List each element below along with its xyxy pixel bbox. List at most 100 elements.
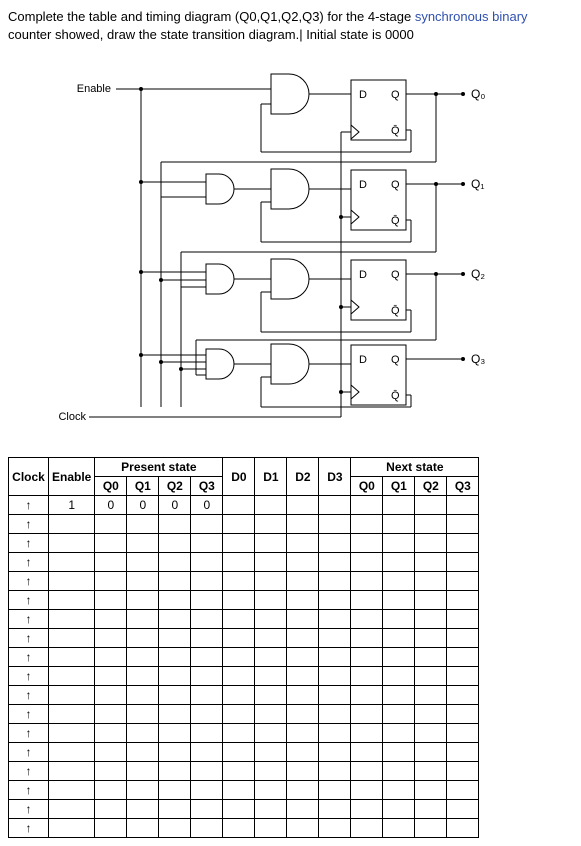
table-cell [95, 553, 127, 572]
table-cell [191, 686, 223, 705]
table-row: ↑ [9, 724, 479, 743]
table-cell [383, 610, 415, 629]
table-cell: ↑ [9, 553, 49, 572]
table-cell [415, 648, 447, 667]
table-cell [191, 534, 223, 553]
table-cell [127, 781, 159, 800]
table-cell [223, 762, 255, 781]
table-cell [49, 781, 95, 800]
table-cell [49, 819, 95, 838]
svg-text:Q̄: Q̄ [391, 215, 400, 228]
table-cell [351, 572, 383, 591]
table-cell [223, 705, 255, 724]
col-d0: D0 [223, 458, 255, 496]
table-cell [319, 553, 351, 572]
table-cell [319, 781, 351, 800]
col-clock: Clock [9, 458, 49, 496]
table-cell [255, 686, 287, 705]
table-cell [191, 781, 223, 800]
table-cell [415, 515, 447, 534]
table-cell [191, 667, 223, 686]
table-cell [223, 800, 255, 819]
table-cell [49, 762, 95, 781]
table-cell [415, 553, 447, 572]
table-cell [127, 819, 159, 838]
table-cell [383, 572, 415, 591]
table-cell [447, 648, 479, 667]
table-cell [319, 819, 351, 838]
table-cell [255, 800, 287, 819]
col-nq1: Q1 [383, 477, 415, 496]
col-d3: D3 [319, 458, 351, 496]
table-row: ↑ [9, 819, 479, 838]
table-cell [383, 781, 415, 800]
q3-label: Q₃ [471, 352, 485, 366]
table-cell [191, 705, 223, 724]
table-row: ↑ [9, 553, 479, 572]
table-cell [319, 762, 351, 781]
table-cell [351, 781, 383, 800]
table-cell [255, 743, 287, 762]
col-nq2: Q2 [415, 477, 447, 496]
table-cell [447, 724, 479, 743]
table-cell [223, 591, 255, 610]
table-cell: 0 [95, 496, 127, 515]
table-cell [351, 724, 383, 743]
table-cell [191, 572, 223, 591]
table-cell [49, 515, 95, 534]
table-cell [127, 705, 159, 724]
table-cell [415, 705, 447, 724]
table-cell [159, 553, 191, 572]
table-cell [447, 819, 479, 838]
table-cell [191, 743, 223, 762]
svg-text:D: D [359, 354, 367, 366]
svg-text:Q̄: Q̄ [391, 305, 400, 318]
table-cell [255, 629, 287, 648]
table-cell [415, 686, 447, 705]
table-cell [191, 762, 223, 781]
table-cell [95, 705, 127, 724]
table-cell [223, 743, 255, 762]
table-cell [351, 686, 383, 705]
table-cell [415, 781, 447, 800]
table-cell [95, 648, 127, 667]
table-cell [319, 496, 351, 515]
table-cell: 0 [159, 496, 191, 515]
table-cell [383, 534, 415, 553]
enable-label: Enable [76, 83, 110, 95]
table-cell: ↑ [9, 515, 49, 534]
table-cell [191, 648, 223, 667]
table-cell: ↑ [9, 724, 49, 743]
table-cell [95, 629, 127, 648]
table-cell [49, 667, 95, 686]
table-cell [415, 743, 447, 762]
table-cell: ↑ [9, 705, 49, 724]
prompt-part-b: counter showed, draw the state transitio… [8, 27, 414, 42]
table-cell [287, 724, 319, 743]
table-cell [383, 743, 415, 762]
table-cell [127, 553, 159, 572]
table-row: ↑ [9, 686, 479, 705]
table-cell [223, 819, 255, 838]
svg-text:Q: Q [391, 269, 400, 281]
table-cell [49, 743, 95, 762]
table-cell [223, 667, 255, 686]
table-cell: ↑ [9, 667, 49, 686]
table-cell [447, 743, 479, 762]
table-cell [127, 762, 159, 781]
table-cell [127, 534, 159, 553]
table-cell [159, 819, 191, 838]
col-q2: Q2 [159, 477, 191, 496]
table-cell: ↑ [9, 496, 49, 515]
svg-text:Q: Q [391, 89, 400, 101]
table-cell [447, 496, 479, 515]
table-cell: ↑ [9, 686, 49, 705]
table-cell: ↑ [9, 781, 49, 800]
table-cell [319, 705, 351, 724]
table-cell [223, 724, 255, 743]
table-cell [49, 591, 95, 610]
table-cell [49, 648, 95, 667]
table-cell [415, 629, 447, 648]
table-cell [351, 496, 383, 515]
problem-statement: Complete the table and timing diagram (Q… [8, 8, 573, 44]
